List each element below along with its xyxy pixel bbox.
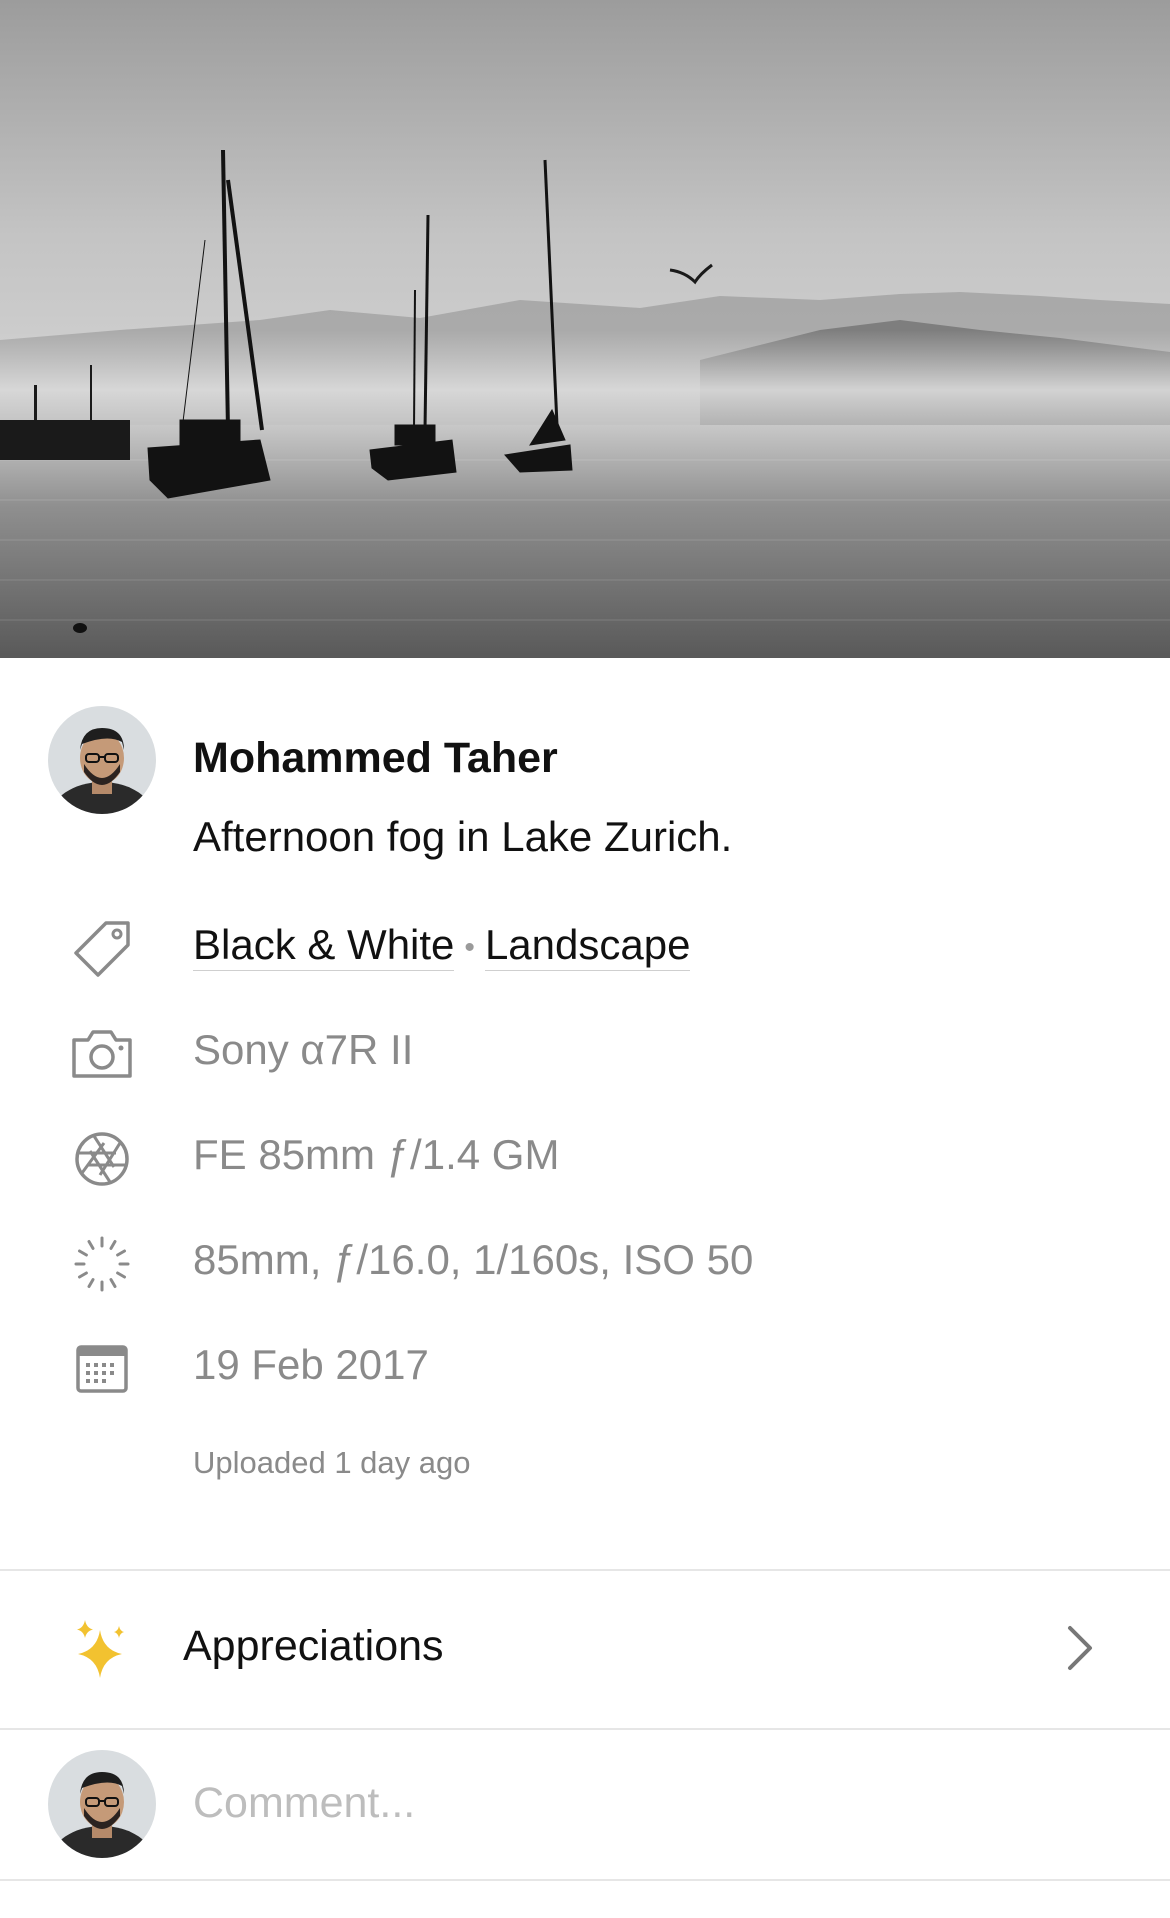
lens-model: FE 85mm ƒ/1.4 GM [193, 1131, 560, 1178]
avatar-portrait-icon [48, 706, 156, 814]
photo-caption: Afternoon fog in Lake Zurich. [193, 813, 733, 860]
comment-input[interactable] [193, 1773, 1093, 1833]
lens-row: FE 85mm ƒ/1.4 GM [0, 1115, 1170, 1195]
camera-row: Sony α7R II [0, 1010, 1170, 1090]
exposure-dial-icon [70, 1232, 134, 1296]
sailboats-on-lake-image [0, 0, 1170, 658]
sparkles-icon [72, 1616, 132, 1682]
comment-row [0, 1729, 1170, 1879]
camera-model: Sony α7R II [193, 1026, 414, 1073]
upload-time: Uploaded 1 day ago [193, 1445, 471, 1480]
hero-photo[interactable] [0, 0, 1170, 658]
divider [0, 1879, 1170, 1881]
calendar-icon [70, 1337, 134, 1401]
tag-separator: • [464, 930, 475, 964]
author-avatar[interactable] [48, 706, 156, 814]
exposure-row: 85mm, ƒ/16.0, 1/160s, ISO 50 [0, 1220, 1170, 1300]
avatar-portrait-icon [48, 1750, 156, 1858]
chevron-right-icon [1062, 1622, 1098, 1674]
appreciations-button[interactable]: Appreciations [0, 1570, 1170, 1728]
date-row: 19 Feb 2017 [0, 1325, 1170, 1405]
exposure-settings: 85mm, ƒ/16.0, 1/160s, ISO 50 [193, 1236, 754, 1283]
tags-row: Black & White • Landscape [0, 905, 1170, 985]
tag-link-landscape[interactable]: Landscape [484, 921, 691, 971]
appreciations-label: Appreciations [183, 1622, 444, 1670]
camera-icon [70, 1022, 134, 1086]
tag-link-black-white[interactable]: Black & White [193, 921, 455, 971]
author-name[interactable]: Mohammed Taher [193, 734, 558, 783]
date-taken: 19 Feb 2017 [193, 1341, 429, 1388]
current-user-avatar [48, 1750, 156, 1858]
tag-icon [70, 917, 134, 981]
aperture-icon [70, 1127, 134, 1191]
